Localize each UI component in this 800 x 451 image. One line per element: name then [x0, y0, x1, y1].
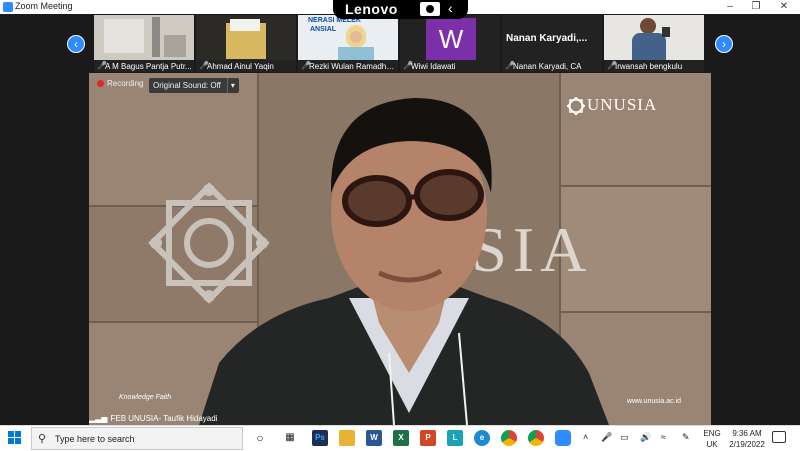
speaker-figure	[199, 98, 609, 425]
chevron-right-icon[interactable]: ›	[715, 35, 733, 53]
participant-name: A M Bagus Pantja Putr...	[105, 62, 192, 71]
recording-indicator: Recording	[97, 79, 143, 88]
participant-tile[interactable]: 🎤 Ahmad Ainul Yaqin	[196, 15, 296, 72]
language-line-2: UK	[706, 440, 718, 449]
notification-icon[interactable]	[772, 431, 786, 443]
zoom-app-icon	[3, 2, 13, 12]
muted-mic-icon: 🎤	[199, 61, 209, 70]
lenovo-logo: Lenovo	[345, 1, 398, 17]
cortana-icon[interactable]: ○	[252, 430, 268, 446]
volume-icon[interactable]: 🔊	[640, 432, 651, 443]
participant-name: Ahmad Ainul Yaqin	[207, 62, 274, 71]
presenter-name: FEB UNUSIA- Taufik Hidayadi	[110, 414, 218, 423]
pen-icon[interactable]: ✎	[682, 432, 690, 443]
participant-tile[interactable]: 🎤 A M Bagus Pantja Putr...	[94, 15, 194, 72]
minimize-button[interactable]: –	[718, 0, 742, 14]
recording-dot-icon	[97, 80, 104, 87]
website-text: www.unusia.ac.id	[626, 398, 681, 405]
participant-name: Rezki Wulan Ramadha...	[309, 62, 397, 71]
close-button[interactable]: ✕	[772, 0, 796, 14]
active-speaker-video[interactable]: USIA UNUSIA Recording Original Sound: Of…	[89, 73, 711, 425]
wall-footer-text: Knowledge Faith	[119, 394, 172, 401]
excel-icon[interactable]: X	[393, 430, 409, 446]
system-clock[interactable]: 9:36 AM 2/19/2022	[722, 428, 772, 450]
task-view-icon[interactable]: ▦	[282, 430, 298, 446]
participant-name: Nanan Karyadi, CA	[513, 62, 582, 71]
participant-tile[interactable]: Nanan Karyadi,... 🎤 Nanan Karyadi, CA	[502, 15, 602, 72]
original-sound-label: Original Sound: Off	[153, 81, 221, 90]
participant-tile[interactable]: NERASI MELEK ANSIAL 🎤 Rezki Wulan Ramadh…	[298, 15, 398, 72]
microphone-icon[interactable]: 🎤	[601, 432, 612, 443]
chevron-down-icon[interactable]: ▾	[226, 78, 235, 93]
battery-icon[interactable]: ▭	[620, 432, 629, 443]
participant-tile[interactable]: W 🎤 Wiwi Idawati	[400, 15, 500, 72]
restore-button[interactable]: ❐	[744, 0, 768, 14]
lenovo-camera-toolbar: Lenovo ‹	[333, 0, 468, 19]
chevron-up-icon[interactable]: ˄	[583, 432, 588, 442]
app-l-icon[interactable]: L	[447, 430, 463, 446]
wifi-icon[interactable]: ≈	[661, 432, 666, 442]
muted-mic-icon: 🎤	[505, 61, 515, 70]
chrome-icon[interactable]	[501, 430, 517, 446]
powerpoint-icon[interactable]: P	[420, 430, 436, 446]
language-indicator[interactable]: ENG UK	[702, 428, 722, 450]
file-explorer-icon[interactable]	[339, 430, 355, 446]
windows-taskbar: ⚲ Type here to search ○ ▦ Ps W X P L e ˄…	[0, 425, 800, 451]
search-icon: ⚲	[38, 433, 47, 445]
banner-line-2: ANSIAL	[310, 26, 337, 33]
clock-time: 9:36 AM	[732, 429, 762, 438]
windows-start-icon[interactable]	[8, 431, 22, 445]
muted-mic-icon: 🎤	[403, 61, 413, 70]
edge-icon[interactable]: e	[474, 430, 490, 446]
avatar: W	[426, 18, 476, 60]
chrome-icon[interactable]	[528, 430, 544, 446]
chevron-left-icon[interactable]: ‹	[67, 35, 85, 53]
muted-mic-icon: 🎤	[607, 61, 617, 70]
participant-display-name: Nanan Karyadi,...	[506, 33, 588, 44]
photoshop-icon[interactable]: Ps	[312, 430, 328, 446]
signal-bars-icon: ▂▃▅	[89, 414, 108, 423]
participant-name: Wiwi Idawati	[411, 62, 456, 71]
taskbar-search-box[interactable]: ⚲ Type here to search	[31, 427, 243, 450]
presenter-label: ▂▃▅ FEB UNUSIA- Taufik Hidayadi	[89, 414, 217, 423]
muted-mic-icon: 🎤	[97, 61, 107, 70]
zoom-taskbar-icon[interactable]	[555, 430, 571, 446]
word-icon[interactable]: W	[366, 430, 382, 446]
participant-tile[interactable]: 🎤 Irwansah bengkulu	[604, 15, 704, 72]
recording-label: Recording	[107, 79, 144, 88]
clock-date: 2/19/2022	[729, 440, 765, 449]
original-sound-button[interactable]: Original Sound: Off ▾	[149, 78, 239, 93]
language-line-1: ENG	[703, 429, 721, 438]
camera-icon[interactable]	[420, 2, 440, 16]
window-title: Zoom Meeting	[15, 1, 73, 11]
muted-mic-icon: 🎤	[301, 61, 311, 70]
participant-name: Irwansah bengkulu	[615, 62, 683, 71]
search-placeholder: Type here to search	[55, 434, 135, 444]
back-arrow-icon[interactable]: ‹	[448, 0, 453, 16]
